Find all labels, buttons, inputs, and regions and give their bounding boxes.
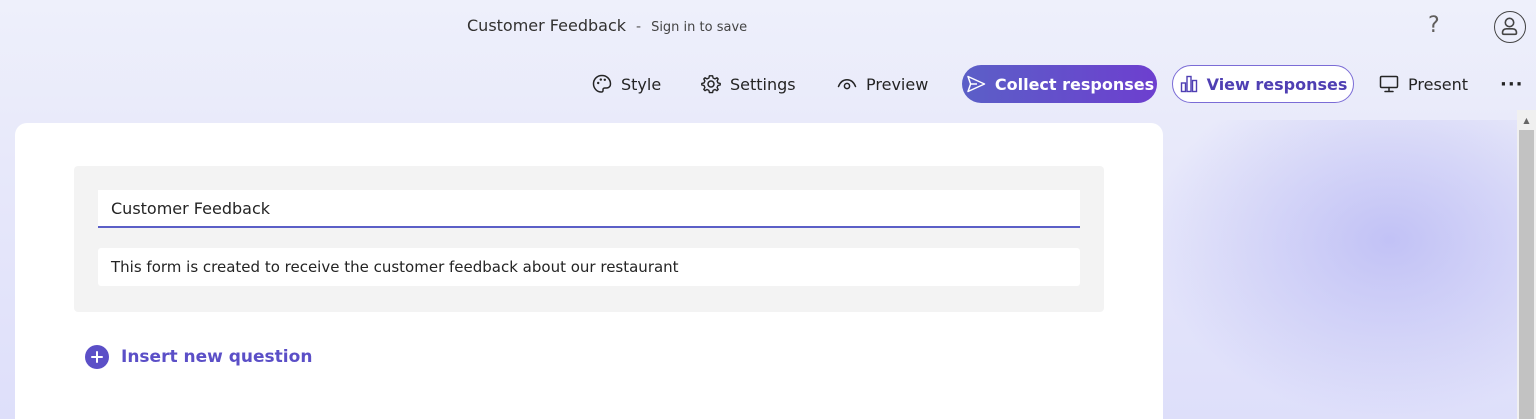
insert-new-question-button[interactable]: Insert new question xyxy=(85,345,312,369)
sign-in-to-save-link[interactable]: Sign in to save xyxy=(651,20,747,35)
present-button[interactable]: Present xyxy=(1378,64,1468,104)
account-avatar-button[interactable] xyxy=(1494,11,1526,43)
settings-button[interactable]: Settings xyxy=(700,64,796,104)
help-button[interactable]: ? xyxy=(1428,13,1440,38)
scrollbar-thumb[interactable] xyxy=(1519,130,1534,419)
view-responses-button[interactable]: View responses xyxy=(1172,65,1354,103)
settings-label: Settings xyxy=(730,74,796,94)
present-label: Present xyxy=(1408,74,1469,94)
more-options-button[interactable]: ··· xyxy=(1500,64,1524,104)
preview-button[interactable]: Preview xyxy=(836,64,928,104)
collect-responses-button[interactable]: Collect responses xyxy=(962,65,1157,103)
collect-responses-label: Collect responses xyxy=(994,74,1155,94)
view-responses-label: View responses xyxy=(1206,74,1348,94)
background-glow xyxy=(1150,120,1536,419)
more-dots-icon: ··· xyxy=(1500,73,1524,95)
eye-icon xyxy=(837,79,857,90)
form-header-card[interactable]: Customer Feedback This form is created t… xyxy=(74,166,1104,312)
title-separator: - xyxy=(636,19,642,35)
document-title[interactable]: Customer Feedback xyxy=(467,16,626,35)
forms-app: Customer Feedback - Sign in to save ? St… xyxy=(0,0,1536,419)
style-button[interactable]: Style xyxy=(591,64,661,104)
form-canvas: Customer Feedback This form is created t… xyxy=(15,123,1163,419)
insert-new-question-label: Insert new question xyxy=(121,347,313,367)
preview-label: Preview xyxy=(866,74,929,94)
form-description-input[interactable]: This form is created to receive the cust… xyxy=(98,248,1080,286)
palette-icon xyxy=(592,74,612,93)
bar-chart-icon xyxy=(1180,75,1197,93)
document-title-bar: Customer Feedback - Sign in to save xyxy=(467,16,747,35)
vertical-scrollbar[interactable]: ▲ xyxy=(1517,110,1536,419)
scroll-up-arrow-icon[interactable]: ▲ xyxy=(1517,110,1536,130)
monitor-icon xyxy=(1379,75,1399,93)
gear-icon xyxy=(701,75,721,94)
command-toolbar: Style Settings Preview Collect responses xyxy=(0,64,1536,104)
send-icon xyxy=(967,75,986,93)
person-icon xyxy=(1501,17,1518,36)
add-circle-icon xyxy=(85,345,109,369)
style-label: Style xyxy=(621,74,662,94)
form-title-input[interactable]: Customer Feedback xyxy=(98,190,1080,228)
